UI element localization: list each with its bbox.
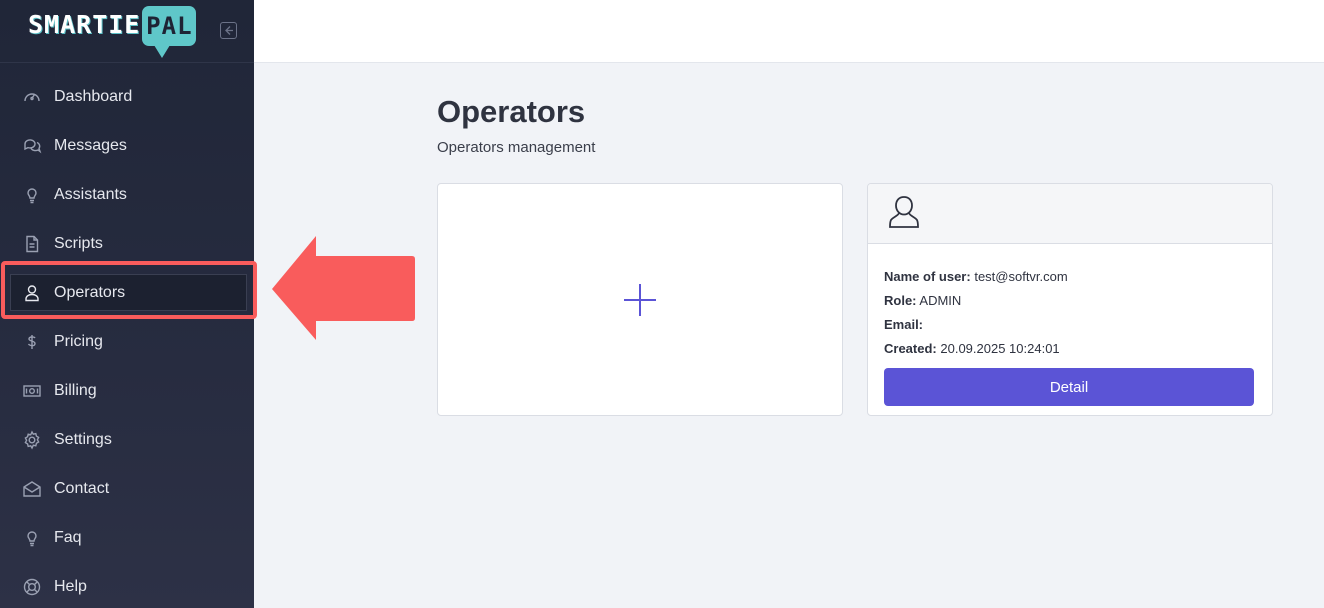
logo-area: SMARTIE PAL [0, 0, 254, 63]
page-title: Operators [437, 94, 586, 129]
page-subtitle: Operators management [437, 139, 596, 156]
operator-role-field: Role: ADMIN [884, 289, 1256, 313]
sidebar-item-label: Contact [54, 479, 110, 497]
operator-card: Name of user: test@softvr.com Role: ADMI… [867, 183, 1273, 416]
add-operator-card[interactable] [437, 183, 843, 416]
top-bar [254, 0, 1324, 63]
sidebar-item-settings[interactable]: Settings [0, 415, 254, 464]
sidebar-item-label: Operators [54, 283, 126, 301]
operator-name-field: Name of user: test@softvr.com [884, 265, 1256, 289]
gear-icon [22, 429, 42, 450]
sidebar-item-contact[interactable]: Contact [0, 464, 254, 513]
cash-icon [22, 381, 42, 401]
lightbulb-icon [22, 528, 42, 548]
lightbulb-icon [22, 185, 42, 205]
role-label: Role: [884, 293, 917, 308]
detail-button[interactable]: Detail [884, 368, 1254, 406]
sidebar-item-help[interactable]: Help [0, 562, 254, 608]
operator-card-body: Name of user: test@softvr.com Role: ADMI… [868, 244, 1272, 406]
sidebar-item-label: Help [54, 577, 87, 595]
sidebar-item-label: Messages [54, 136, 127, 154]
role-value: ADMIN [919, 293, 962, 308]
user-avatar-icon [888, 194, 920, 237]
document-icon [22, 234, 42, 254]
sidebar-item-dashboard[interactable]: Dashboard [0, 72, 254, 121]
logo-text-smartie: SMARTIE [28, 10, 141, 39]
sidebar-item-assistants[interactable]: Assistants [0, 170, 254, 219]
sidebar-item-pricing[interactable]: Pricing [0, 317, 254, 366]
envelope-icon [22, 479, 42, 499]
logo[interactable]: SMARTIE PAL [28, 6, 197, 58]
dashboard-gauge-icon [22, 87, 42, 107]
plus-icon [624, 283, 656, 316]
operator-email-field: Email: [884, 313, 1256, 337]
sidebar-item-label: Assistants [54, 185, 127, 203]
lifebuoy-icon [22, 577, 42, 597]
sidebar-item-messages[interactable]: Messages [0, 121, 254, 170]
logo-text-pal: PAL [146, 12, 193, 40]
created-value: 20.09.2025 10:24:01 [940, 341, 1060, 356]
dollar-icon [22, 332, 42, 352]
operator-created-field: Created: 20.09.2025 10:24:01 [884, 337, 1256, 361]
email-label: Email: [884, 317, 924, 332]
sidebar-item-billing[interactable]: Billing [0, 366, 254, 415]
chat-bubbles-icon [22, 136, 42, 156]
sidebar-item-label: Settings [54, 430, 112, 448]
sidebar-item-label: Pricing [54, 332, 103, 350]
sidebar-item-faq[interactable]: Faq [0, 513, 254, 562]
name-value: test@softvr.com [974, 269, 1068, 284]
sidebar-item-label: Dashboard [54, 87, 133, 105]
sidebar-nav: Dashboard Messages Assistants Scripts Op… [0, 72, 254, 608]
collapse-sidebar-icon[interactable] [220, 22, 237, 39]
sidebar-item-label: Scripts [54, 234, 103, 252]
operator-card-header [868, 184, 1272, 244]
created-label: Created: [884, 341, 937, 356]
user-icon [22, 283, 42, 303]
logo-speech-bubble: PAL [142, 6, 197, 58]
name-label: Name of user: [884, 269, 971, 284]
sidebar-item-label: Billing [54, 381, 97, 399]
annotation-arrow-icon [272, 236, 415, 340]
sidebar-item-label: Faq [54, 528, 82, 546]
